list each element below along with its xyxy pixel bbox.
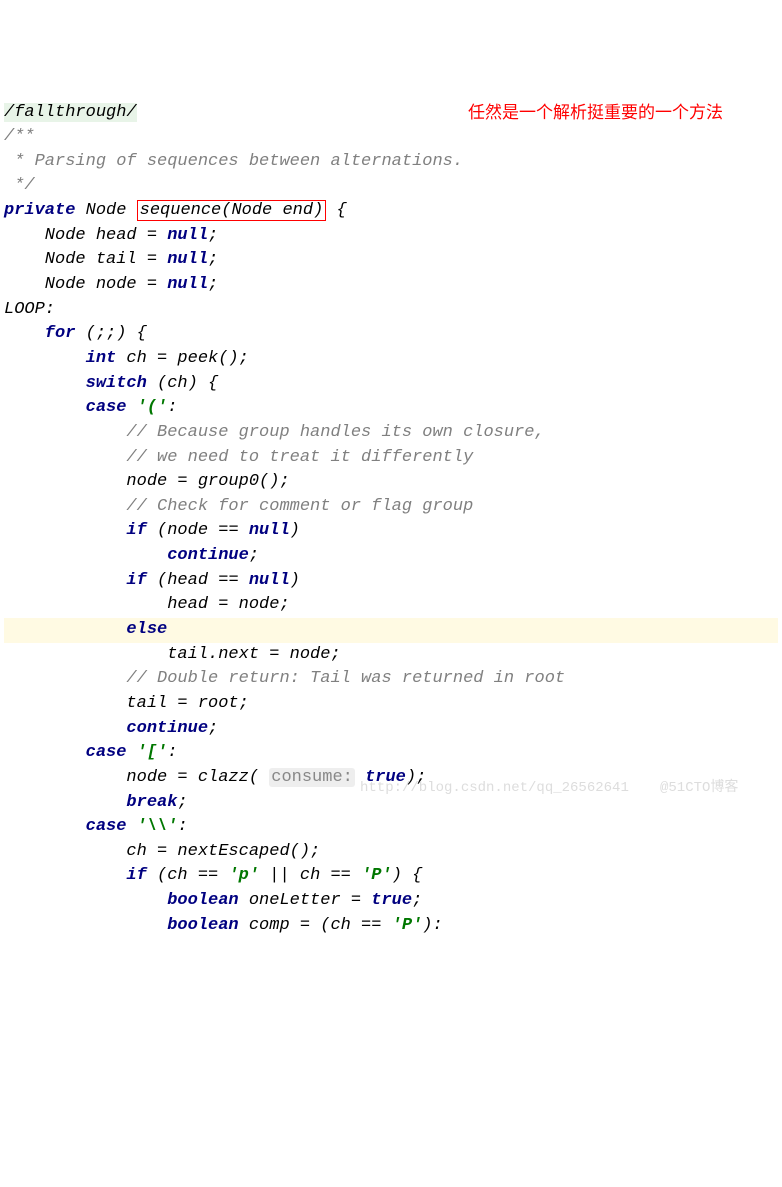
keyword-continue: continue bbox=[4, 546, 249, 565]
fallthrough-tag: /fallthrough/ bbox=[4, 103, 137, 122]
annotation-text: 任然是一个解析挺重要的一个方法 bbox=[468, 100, 768, 126]
code-text: tail.next = node; bbox=[4, 645, 341, 664]
code-text: Node node = bbox=[4, 275, 167, 294]
code-text: (node == bbox=[147, 521, 249, 540]
watermark-url: http://blog.csdn.net/qq_26562641 bbox=[360, 778, 629, 798]
keyword-break: break bbox=[4, 793, 177, 812]
keyword-case: case bbox=[4, 743, 126, 762]
keyword-boolean: boolean bbox=[4, 891, 239, 910]
code-text: node = group0(); bbox=[4, 472, 290, 491]
code-text: (ch == bbox=[147, 866, 229, 885]
code-text: comp = (ch == bbox=[239, 916, 392, 935]
keyword-else: else bbox=[4, 620, 167, 639]
char-literal: '\\' bbox=[126, 817, 177, 836]
code-text: (;;) { bbox=[75, 324, 146, 343]
code-block: /fallthrough/ /** * Parsing of sequences… bbox=[0, 99, 782, 941]
semicolon: ; bbox=[208, 226, 218, 245]
code-text: Node head = bbox=[4, 226, 167, 245]
code-text: ch = nextEscaped(); bbox=[4, 842, 320, 861]
colon: : bbox=[177, 817, 187, 836]
comment-line: /** bbox=[4, 127, 35, 146]
colon: : bbox=[167, 398, 177, 417]
char-literal: 'p' bbox=[228, 866, 259, 885]
param-hint: consume: bbox=[269, 768, 355, 787]
code-text: oneLetter = bbox=[239, 891, 372, 910]
keyword-null: null bbox=[249, 571, 290, 590]
keyword-continue: continue bbox=[4, 719, 208, 738]
keyword-null: null bbox=[249, 521, 290, 540]
semicolon: ; bbox=[208, 275, 218, 294]
comment-line: // Check for comment or flag group bbox=[4, 497, 473, 516]
keyword-int: int bbox=[4, 349, 116, 368]
highlighted-line: else bbox=[4, 618, 778, 643]
semicolon: ; bbox=[208, 250, 218, 269]
keyword-if: if bbox=[4, 866, 147, 885]
keyword-true: true bbox=[371, 891, 412, 910]
char-literal: '(' bbox=[126, 398, 167, 417]
keyword-if: if bbox=[4, 571, 147, 590]
code-text: (head == bbox=[147, 571, 249, 590]
code-text: ) { bbox=[392, 866, 423, 885]
char-literal: '[' bbox=[126, 743, 167, 762]
semicolon: ; bbox=[412, 891, 422, 910]
keyword-null: null bbox=[167, 250, 208, 269]
code-text: || ch == bbox=[259, 866, 361, 885]
comment-line: // Double return: Tail was returned in r… bbox=[4, 669, 565, 688]
code-text: ch = peek(); bbox=[116, 349, 249, 368]
code-text: (ch) { bbox=[147, 374, 218, 393]
code-text: tail = root; bbox=[4, 694, 249, 713]
keyword-case: case bbox=[4, 398, 126, 417]
label: LOOP: bbox=[4, 300, 55, 319]
type-node: Node bbox=[75, 201, 136, 220]
comment-line: // Because group handles its own closure… bbox=[4, 423, 545, 442]
char-literal: 'P' bbox=[361, 866, 392, 885]
comment-line: // we need to treat it differently bbox=[4, 448, 473, 467]
comment-line: * Parsing of sequences between alternati… bbox=[4, 152, 463, 171]
keyword-boolean: boolean bbox=[4, 916, 239, 935]
code-text: node = clazz( bbox=[4, 768, 269, 787]
colon: : bbox=[167, 743, 177, 762]
semicolon: ; bbox=[249, 546, 259, 565]
keyword-for: for bbox=[4, 324, 75, 343]
watermark-text: @51CTO博客 bbox=[660, 778, 738, 798]
keyword-null: null bbox=[167, 226, 208, 245]
char-literal: 'P' bbox=[392, 916, 423, 935]
paren: ) bbox=[290, 521, 300, 540]
semicolon: ; bbox=[208, 719, 218, 738]
code-text: Node tail = bbox=[4, 250, 167, 269]
brace: { bbox=[326, 201, 346, 220]
keyword-if: if bbox=[4, 521, 147, 540]
keyword-null: null bbox=[167, 275, 208, 294]
semicolon: ; bbox=[177, 793, 187, 812]
comment-line: */ bbox=[4, 176, 35, 195]
keyword-switch: switch bbox=[4, 374, 147, 393]
code-text: head = node; bbox=[4, 595, 290, 614]
code-text: ): bbox=[422, 916, 442, 935]
method-name-highlighted: sequence(Node end) bbox=[137, 200, 327, 221]
paren: ) bbox=[290, 571, 300, 590]
keyword-private: private bbox=[4, 201, 75, 220]
keyword-case: case bbox=[4, 817, 126, 836]
